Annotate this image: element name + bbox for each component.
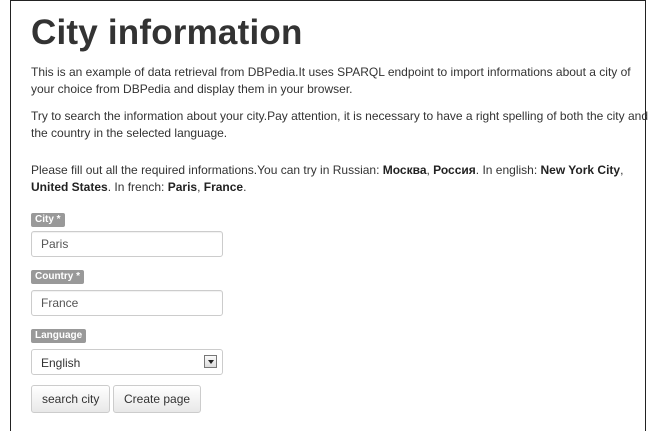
examples-text: , <box>197 180 204 194</box>
page-title: City information <box>31 13 303 52</box>
examples-text: . In english: <box>475 163 541 177</box>
language-selected-value: English <box>41 356 81 370</box>
example-country-fr: France <box>203 180 244 194</box>
examples-text: Please fill out all the required informa… <box>31 163 383 177</box>
search-city-button[interactable]: search city <box>31 385 111 413</box>
example-city-ru: Москва <box>382 163 427 177</box>
examples-text: . In french: <box>107 180 168 194</box>
city-label: City * <box>31 213 65 227</box>
create-page-button[interactable]: Create page <box>113 385 202 413</box>
example-country-ru: Россия <box>433 163 476 177</box>
tip-paragraph: Try to search the information about your… <box>31 109 648 140</box>
chevron-down-icon[interactable] <box>204 355 217 368</box>
country-label: Country * <box>31 270 84 284</box>
city-input[interactable] <box>31 231 223 257</box>
intro-paragraph: This is an example of data retrieval fro… <box>31 65 631 96</box>
examples-text: . <box>243 180 247 194</box>
example-country-en: United States <box>31 180 108 194</box>
example-city-fr: Paris <box>167 180 198 194</box>
examples-paragraph: Please fill out all the required informa… <box>31 162 649 196</box>
example-city-en: New York City <box>540 163 621 177</box>
language-label: Language <box>31 329 87 343</box>
page-frame: City information This is an example of d… <box>10 0 649 431</box>
language-select[interactable]: English <box>31 349 223 375</box>
country-input[interactable] <box>31 290 223 316</box>
examples-text: , <box>620 163 624 177</box>
